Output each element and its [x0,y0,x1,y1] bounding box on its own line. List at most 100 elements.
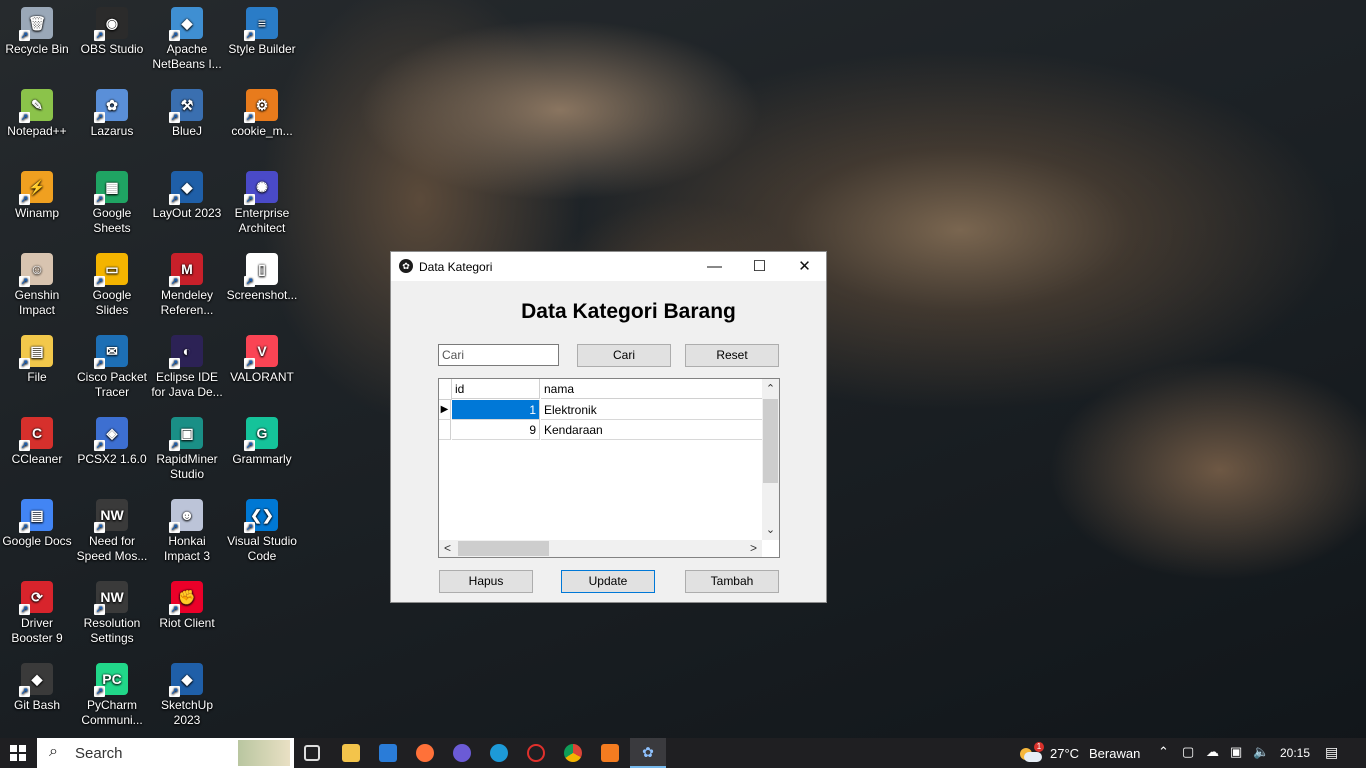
desktop-shortcut-label: PCSX2 1.6.0 [77,452,147,466]
app-shortcut-icon: ✉ ↗ [94,335,128,369]
meet-now-icon[interactable]: ▢ [1182,744,1194,760]
desktop-shortcut[interactable]: ❮❯ ↗ Visual Studio Code [225,499,299,564]
firefox-icon[interactable] [416,744,434,762]
desktop-shortcut[interactable]: PC ↗ PyCharm Communi... [75,663,149,728]
windows-start-icon[interactable] [10,745,26,761]
taskbar-search-placeholder: Search [75,745,123,762]
desktop-shortcut-label: Eclipse IDE for Java De... [151,370,223,399]
desktop-shortcut-label: Winamp [14,206,59,220]
desktop-shortcut[interactable]: ✎ ↗ Notepad++ [0,89,74,139]
network-icon[interactable]: ▣ [1230,744,1242,760]
desktop-shortcut[interactable]: ☺ ↗ Genshin Impact [0,253,74,318]
desktop-shortcut[interactable]: ✺ ↗ Enterprise Architect [225,171,299,236]
desktop-shortcut[interactable]: ▤ ↗ File [0,335,74,385]
desktop-shortcut[interactable]: ◆ ↗ LayOut 2023 [150,171,224,221]
table-cell-id[interactable]: 9 [452,420,540,440]
shortcut-arrow-icon: ↗ [169,194,180,205]
shortcut-arrow-icon: ↗ [244,112,255,123]
desktop-shortcut[interactable]: ◐ ↗ Eclipse IDE for Java De... [150,335,224,400]
horizontal-scrollbar[interactable]: < > [439,540,762,557]
desktop-shortcut[interactable]: ▯ ↗ Screenshot... [225,253,299,303]
column-header-id[interactable]: id [452,379,540,399]
desktop-shortcut[interactable]: ◆ ↗ Git Bash [0,663,74,713]
app-shortcut-icon: ◆ ↗ [169,663,203,697]
cloud-icon[interactable]: ☁ [1206,744,1219,760]
taskbar-search-box[interactable]: ⌕ Search [37,738,294,768]
horizontal-scroll-thumb[interactable] [458,541,549,556]
desktop-shortcut[interactable]: ▣ ↗ RapidMiner Studio [150,417,224,482]
table-cell-nama[interactable]: Elektronik [541,400,762,420]
update-button[interactable]: Update [561,570,655,593]
desktop-shortcut[interactable]: ▤ ↗ Google Docs [0,499,74,549]
desktop-shortcut[interactable]: M ↗ Mendeley Referen... [150,253,224,318]
desktop-shortcut[interactable]: V ↗ VALORANT [225,335,299,385]
row-header[interactable] [439,420,451,440]
desktop-shortcut[interactable]: 🗑 ↗ Recycle Bin [0,7,74,57]
desktop-shortcut[interactable]: NW ↗ Need for Speed Mos... [75,499,149,564]
shortcut-arrow-icon: ↗ [19,30,30,41]
desktop-shortcut[interactable]: ☻ ↗ Honkai Impact 3 [150,499,224,564]
clock-time[interactable]: 20:15 [1280,746,1310,760]
desktop-shortcut[interactable]: ◉ ↗ OBS Studio [75,7,149,57]
desktop-shortcut[interactable]: ⟳ ↗ Driver Booster 9 [0,581,74,646]
close-button[interactable]: ✕ [782,252,827,281]
scroll-right-button[interactable]: > [745,540,762,557]
desktop-shortcut[interactable]: NW ↗ Resolution Settings [75,581,149,646]
scroll-down-button[interactable]: ⌄ [762,523,779,540]
app-shortcut-icon: ✿ ↗ [94,89,128,123]
desktop-shortcut[interactable]: ◆ ↗ Apache NetBeans I... [150,7,224,72]
add-button[interactable]: Tambah [685,570,779,593]
shortcut-arrow-icon: ↗ [94,440,105,451]
shortcut-arrow-icon: ↗ [19,440,30,451]
vertical-scroll-thumb[interactable] [763,399,778,483]
reset-button[interactable]: Reset [685,344,779,367]
volume-icon[interactable]: 🔈 [1253,744,1269,760]
desktop-shortcut[interactable]: ▭ ↗ Google Slides [75,253,149,318]
desktop-shortcut[interactable]: ◆ ↗ SketchUp 2023 [150,663,224,728]
desktop-shortcut[interactable]: ⚙ ↗ cookie_m... [225,89,299,139]
table-cell-id[interactable]: 1 [452,400,540,420]
weather-condition[interactable]: Berawan [1089,746,1140,761]
task-view-icon[interactable] [304,745,320,761]
active-app-taskbar-button[interactable]: ✿ [630,738,666,768]
edge-icon[interactable] [490,744,508,762]
window-titlebar[interactable]: ✿ Data Kategori — ☐ ✕ [391,252,826,281]
search-input[interactable] [438,344,559,366]
scroll-left-button[interactable]: < [439,540,456,557]
desktop-shortcut[interactable]: ✿ ↗ Lazarus [75,89,149,139]
desktop-shortcut[interactable]: ≡ ↗ Style Builder [225,7,299,57]
row-marker[interactable]: ▶ [439,400,451,420]
weather-temperature[interactable]: 27°C [1050,746,1079,761]
desktop-shortcut[interactable]: G ↗ Grammarly [225,417,299,467]
row-header-corner [439,379,452,400]
desktop-shortcut-label: Recycle Bin [5,42,69,56]
chevron-up-icon[interactable]: ⌃ [1158,744,1169,760]
desktop-shortcut[interactable]: ⚡ ↗ Winamp [0,171,74,221]
microsoft-store-icon[interactable] [379,744,397,762]
category-table[interactable]: id nama ▶ 1 Elektronik 9 Kendaraan ⌃ ⌄ <… [438,378,780,558]
maximize-button[interactable]: ☐ [737,252,782,281]
desktop-shortcut-label: Lazarus [90,124,134,138]
chrome-icon[interactable] [564,744,582,762]
desktop-shortcut-label: Grammarly [232,452,292,466]
desktop-shortcut[interactable]: ✉ ↗ Cisco Packet Tracer [75,335,149,400]
file-explorer-icon[interactable] [342,744,360,762]
scroll-up-button[interactable]: ⌃ [762,379,779,396]
desktop-shortcut[interactable]: ◈ ↗ PCSX2 1.6.0 [75,417,149,467]
desktop-shortcut-label: Git Bash [13,698,61,712]
app-red-icon[interactable] [527,744,545,762]
desktop-shortcut[interactable]: ⚒ ↗ BlueJ [150,89,224,139]
desktop-shortcut[interactable]: ✊ ↗ Riot Client [150,581,224,631]
media-player-icon[interactable] [453,744,471,762]
desktop-shortcut[interactable]: ▦ ↗ Google Sheets [75,171,149,236]
table-cell-nama[interactable]: Kendaraan [541,420,762,440]
search-button[interactable]: Cari [577,344,671,367]
desktop-shortcut[interactable]: C ↗ CCleaner [0,417,74,467]
xampp-icon[interactable] [601,744,619,762]
weather-icon[interactable]: 1 [1018,742,1044,764]
vertical-scrollbar[interactable]: ⌃ ⌄ [762,379,779,540]
notification-icon[interactable]: ▤ [1325,744,1338,761]
column-header-nama[interactable]: nama [541,379,762,399]
delete-button[interactable]: Hapus [439,570,533,593]
minimize-button[interactable]: — [692,252,737,281]
